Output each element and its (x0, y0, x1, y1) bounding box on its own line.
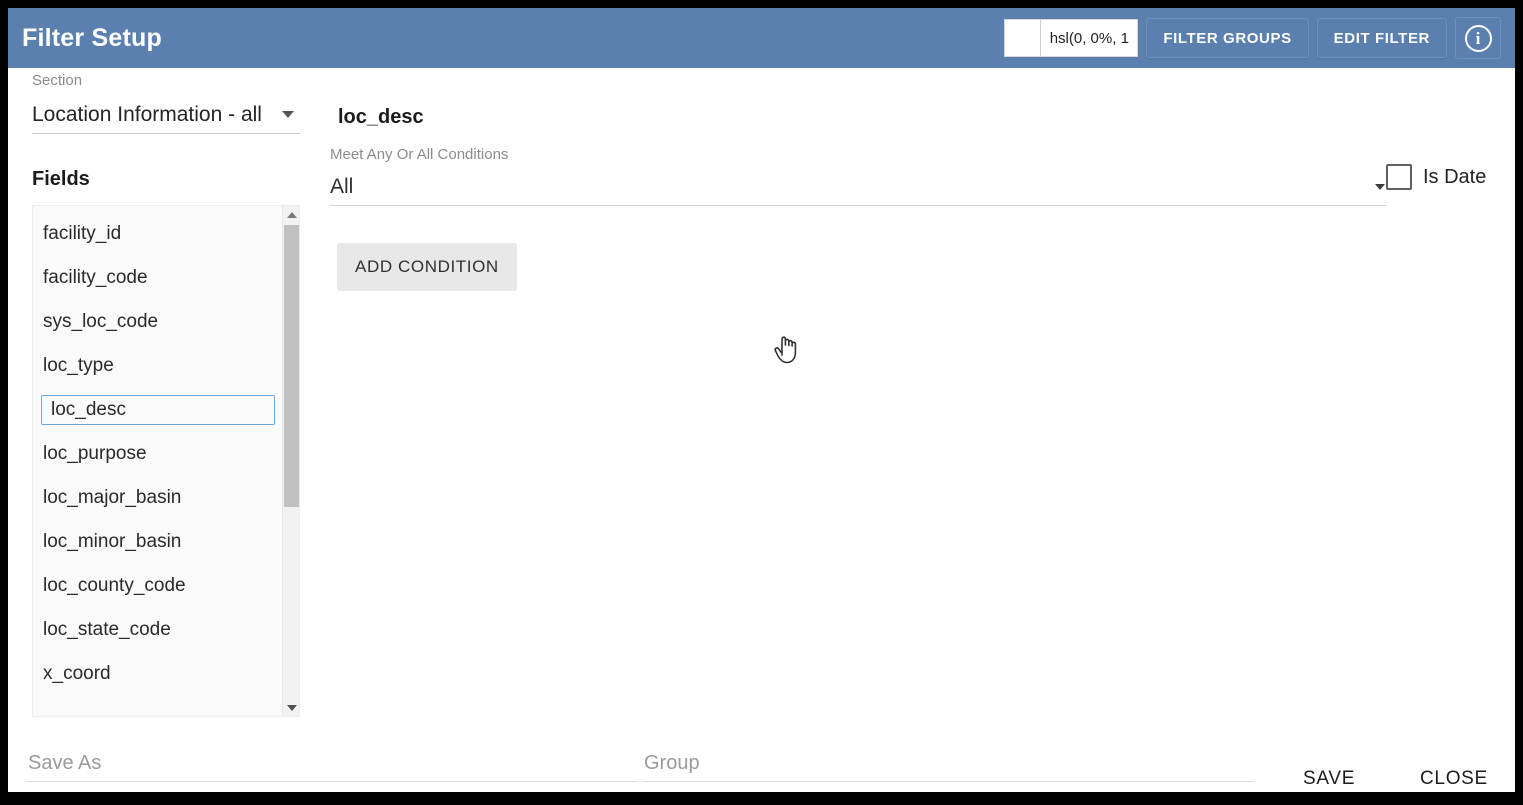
field-list-item-label: loc_major_basin (43, 487, 182, 508)
fields-list: facility_id facility_code sys_loc_code loc_… (33, 206, 283, 716)
chevron-down-icon (1375, 183, 1385, 190)
save-as-input[interactable] (26, 746, 638, 782)
is-date-checkbox-row[interactable]: Is Date (1386, 164, 1486, 190)
field-list-item-label: loc_purpose (43, 443, 147, 464)
color-swatch[interactable] (1005, 20, 1042, 56)
section-select[interactable]: Location Information - all (32, 96, 300, 134)
info-button[interactable]: i (1455, 17, 1501, 59)
field-list-item[interactable]: loc_type (33, 344, 283, 388)
field-list-item-label: loc_minor_basin (43, 531, 182, 552)
chevron-down-icon (282, 111, 294, 118)
scroll-down-arrow-icon[interactable] (283, 699, 299, 716)
field-list-item-label: loc_desc (51, 399, 126, 420)
field-list-item[interactable]: loc_desc (41, 395, 275, 425)
group-input[interactable] (642, 746, 1254, 782)
color-picker[interactable]: hsl(0, 0%, 1 (1004, 19, 1139, 57)
field-list-item[interactable]: loc_minor_basin (33, 520, 283, 564)
scroll-up-arrow-icon[interactable] (283, 206, 299, 223)
is-date-checkbox[interactable] (1386, 164, 1412, 190)
selected-field-title: loc_desc (338, 106, 424, 128)
sidebar: Section Location Information - all Field… (24, 68, 300, 732)
field-list-item-label: sys_loc_code (43, 311, 159, 332)
section-select-value: Location Information - all (32, 102, 262, 126)
field-list-item[interactable]: loc_county_code (33, 564, 283, 608)
field-list-item[interactable]: sys_loc_code (33, 300, 283, 344)
is-date-label: Is Date (1423, 165, 1487, 188)
mouse-cursor-pointer-icon (774, 336, 797, 364)
field-list-item-label: loc_type (43, 355, 114, 376)
field-list-item[interactable]: facility_id (33, 212, 283, 256)
fields-list-container: facility_id facility_code sys_loc_code loc_… (32, 205, 300, 717)
window-header: Filter Setup hsl(0, 0%, 1 FILTER GROUPS … (8, 8, 1515, 68)
conditions-select-value: All (330, 174, 354, 198)
section-label: Section (32, 72, 83, 86)
color-value-input[interactable]: hsl(0, 0%, 1 (1041, 20, 1138, 56)
add-condition-button[interactable]: ADD CONDITION (337, 243, 517, 291)
conditions-label: Meet Any Or All Conditions (330, 146, 509, 163)
field-list-item[interactable]: loc_major_basin (33, 476, 283, 520)
field-list-item-label: loc_state_code (43, 619, 171, 640)
condition-panel: loc_desc Meet Any Or All Conditions All … (324, 68, 1509, 732)
window-body: Section Location Information - all Field… (8, 68, 1515, 732)
field-list-item-label: facility_code (43, 267, 148, 288)
field-list-item-label: facility_id (43, 223, 122, 244)
field-list-item[interactable]: loc_purpose (33, 432, 283, 476)
fields-heading: Fields (32, 168, 90, 190)
field-list-item-label: loc_county_code (43, 575, 186, 596)
save-button[interactable]: SAVE (1293, 760, 1365, 792)
field-list-item[interactable]: loc_state_code (33, 608, 283, 652)
page-title: Filter Setup (22, 23, 162, 52)
field-list-item[interactable]: facility_code (33, 256, 283, 300)
conditions-select[interactable]: All (330, 168, 1387, 206)
field-list-item-label: x_coord (43, 663, 111, 684)
edit-filter-button[interactable]: EDIT FILTER (1316, 18, 1447, 58)
field-list-item[interactable]: x_coord (33, 652, 283, 696)
screenshot-frame: Filter Setup hsl(0, 0%, 1 FILTER GROUPS … (0, 0, 1523, 805)
filter-setup-window: Filter Setup hsl(0, 0%, 1 FILTER GROUPS … (8, 8, 1515, 792)
scrollbar-thumb[interactable] (284, 225, 299, 507)
window-footer: SAVE CLOSE (8, 732, 1515, 792)
fields-scrollbar[interactable] (282, 206, 299, 716)
header-actions: hsl(0, 0%, 1 FILTER GROUPS EDIT FILTER i (1004, 17, 1515, 59)
filter-groups-button[interactable]: FILTER GROUPS (1146, 18, 1309, 58)
info-icon: i (1464, 24, 1492, 52)
close-button[interactable]: CLOSE (1410, 760, 1498, 792)
